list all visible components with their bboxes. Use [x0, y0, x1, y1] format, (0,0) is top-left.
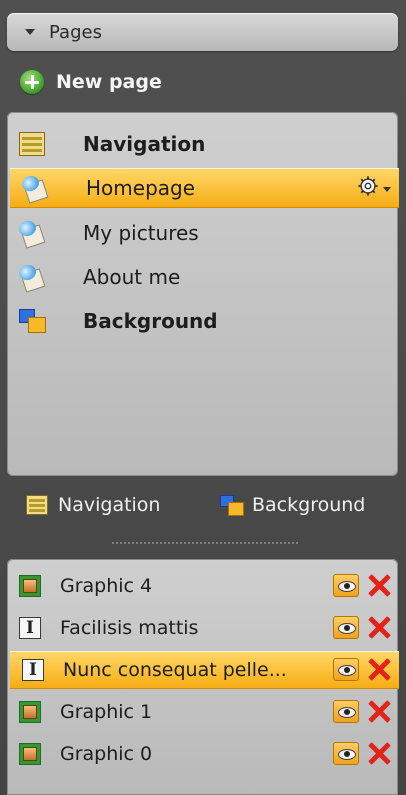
page-item-homepage[interactable]: Homepage [10, 168, 399, 208]
delete-icon[interactable] [365, 697, 393, 725]
add-icon [20, 70, 44, 94]
page-item-label: My pictures [83, 221, 199, 245]
visibility-eye-icon[interactable] [333, 742, 359, 765]
resize-handle[interactable] [112, 542, 298, 546]
graphic-icon [19, 743, 41, 765]
layer-item[interactable]: Graphic 1 [7, 693, 398, 731]
layer-item[interactable]: Graphic 4 [7, 567, 398, 605]
page-item-my-pictures[interactable]: My pictures [7, 213, 398, 253]
graphic-icon [19, 575, 41, 597]
layer-item-label: Graphic 4 [60, 575, 153, 597]
delete-icon[interactable] [365, 613, 393, 641]
tab-background[interactable]: Background [220, 494, 365, 516]
visibility-eye-icon[interactable] [333, 574, 359, 597]
delete-icon[interactable] [365, 571, 393, 599]
text-icon: I [22, 659, 44, 681]
delete-icon[interactable] [365, 739, 393, 767]
pages-list: Navigation Homepage My pictures About me… [7, 112, 399, 476]
pages-panel: Pages New page Navigation Homepage My pi… [0, 0, 406, 795]
new-page-button[interactable]: New page [20, 70, 162, 94]
layer-item-label: Nunc consequat pelle... [63, 659, 287, 681]
page-item-background[interactable]: Background [7, 301, 398, 341]
page-icon [16, 262, 46, 293]
visibility-eye-icon[interactable] [333, 616, 359, 639]
page-item-label: Navigation [83, 132, 206, 156]
visibility-eye-icon[interactable] [333, 700, 359, 723]
visibility-eye-icon[interactable] [333, 658, 359, 681]
tab-navigation-label: Navigation [58, 494, 161, 516]
new-page-label: New page [56, 71, 162, 93]
background-icon [19, 309, 46, 333]
layer-item-label: Graphic 1 [60, 701, 153, 723]
tab-navigation[interactable]: Navigation [26, 494, 160, 516]
page-item-navigation[interactable]: Navigation [7, 124, 398, 164]
page-item-label: Background [83, 309, 218, 333]
layer-item-label: Facilisis mattis [60, 617, 199, 639]
layer-item[interactable]: Graphic 0 [7, 735, 398, 773]
page-icon [16, 218, 46, 249]
graphic-icon [19, 701, 41, 723]
master-tabs: Navigation Background [0, 486, 406, 528]
page-item-label: Homepage [86, 176, 196, 200]
navigation-icon [26, 495, 48, 515]
gear-menu-icon[interactable] [357, 175, 391, 201]
layer-item-label: Graphic 0 [60, 743, 153, 765]
layer-item[interactable]: I Facilisis mattis [7, 609, 398, 647]
pages-header[interactable]: Pages [7, 13, 398, 51]
layers-list: Graphic 4 I Facilisis mattis I Nunc cons… [7, 559, 399, 795]
collapse-triangle-icon[interactable] [25, 29, 35, 35]
background-icon [220, 495, 244, 516]
chevron-down-icon [383, 187, 391, 192]
text-icon: I [19, 617, 41, 639]
page-item-label: About me [83, 265, 181, 289]
layer-item-selected[interactable]: I Nunc consequat pelle... [10, 651, 399, 689]
navigation-icon [19, 132, 45, 156]
page-item-about-me[interactable]: About me [7, 257, 398, 297]
tab-background-label: Background [252, 494, 366, 516]
pages-title: Pages [49, 21, 102, 43]
page-icon [19, 173, 49, 204]
delete-icon[interactable] [365, 655, 393, 683]
